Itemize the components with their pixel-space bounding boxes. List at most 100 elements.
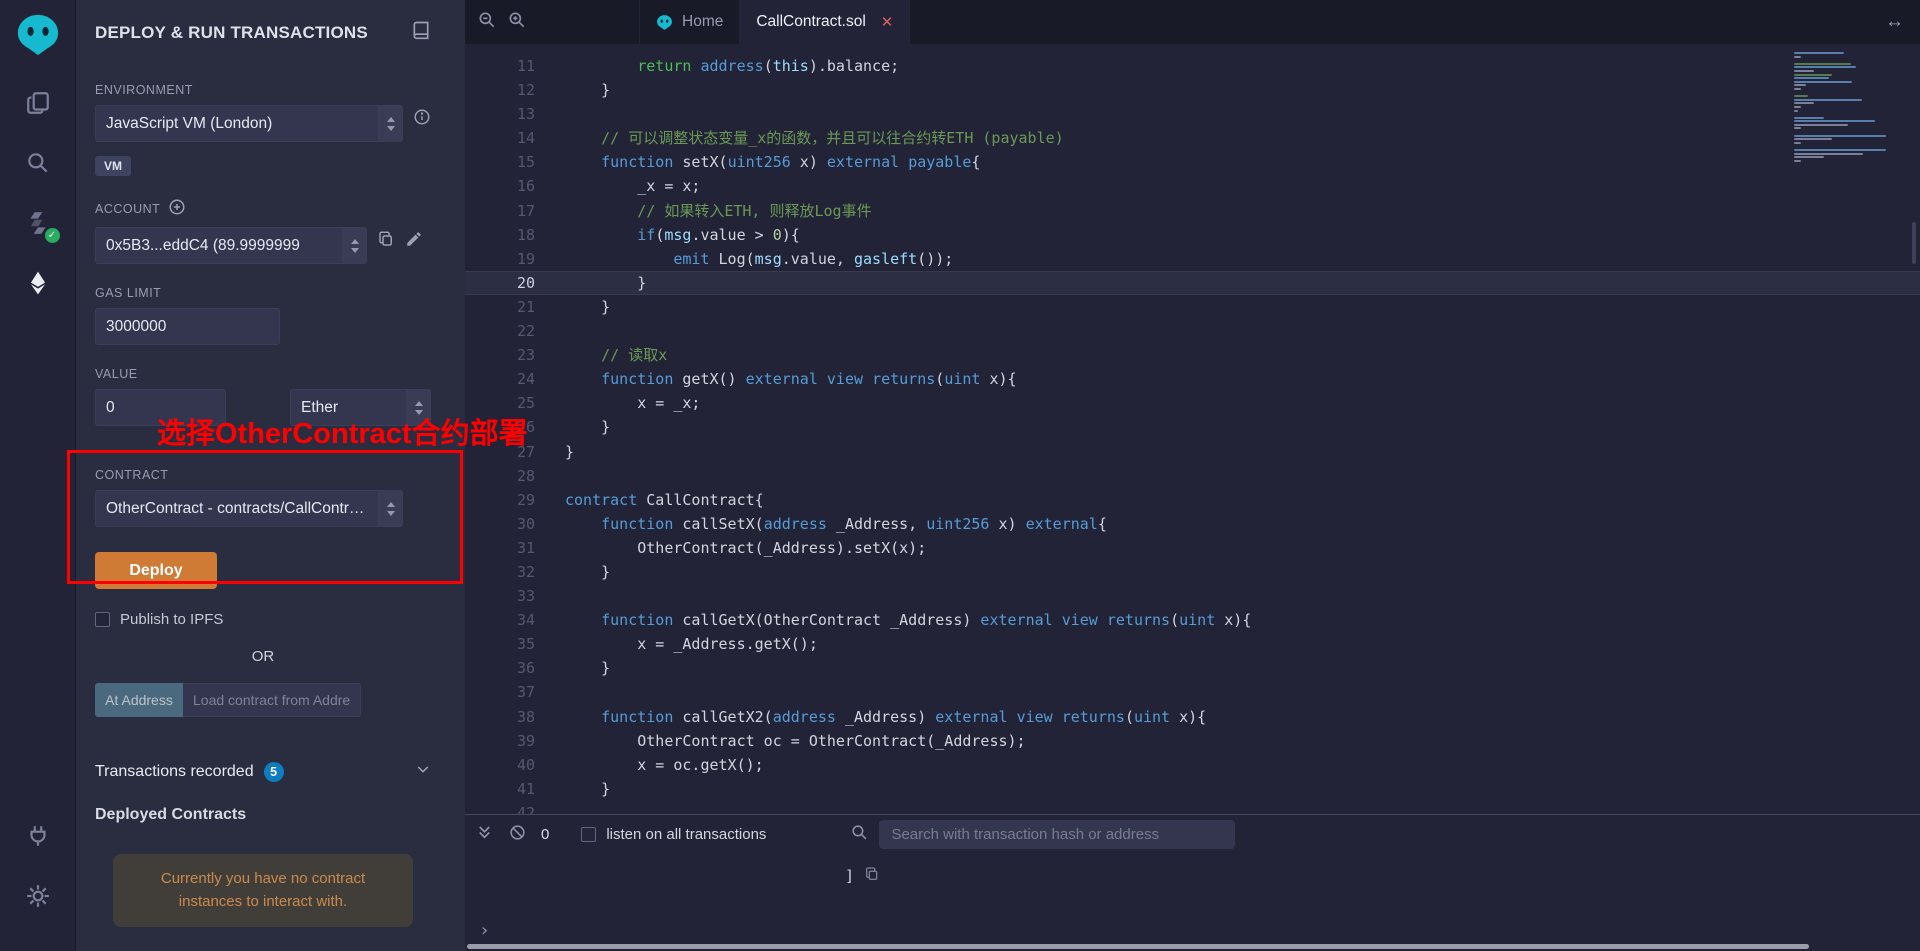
code-line[interactable]: 38 function callGetX2(address _Address) … [465, 705, 1920, 729]
code-line[interactable]: 36 } [465, 656, 1920, 680]
code-line[interactable]: 31 OtherContract(_Address).setX(x); [465, 536, 1920, 560]
account-select[interactable]: 0x5B3...eddC4 (89.9999999 [95, 227, 367, 264]
code-line[interactable]: 35 x = _Address.getX(); [465, 632, 1920, 656]
code-line[interactable]: 29contract CallContract{ [465, 488, 1920, 512]
code-line[interactable]: 16 _x = x; [465, 174, 1920, 198]
tab-close-icon[interactable]: ✕ [881, 13, 894, 31]
code-line[interactable]: 20 } [465, 271, 1920, 295]
clear-console-icon[interactable] [508, 823, 527, 847]
remix-logo[interactable] [15, 12, 61, 58]
code-line[interactable]: 14 // 可以调整状态变量_x的函数，并且可以往合约转ETH (payable… [465, 126, 1920, 150]
sign-message-icon[interactable] [405, 230, 423, 253]
line-number[interactable]: 14 [465, 126, 535, 150]
code-line[interactable]: 40 x = oc.getX(); [465, 753, 1920, 777]
zoom-out-icon[interactable] [477, 10, 497, 35]
line-number[interactable]: 32 [465, 560, 535, 584]
line-number[interactable]: 22 [465, 319, 535, 343]
terminal-prompt[interactable]: › [479, 920, 490, 941]
zoom-in-icon[interactable] [507, 10, 527, 35]
settings-icon[interactable] [15, 873, 61, 919]
deploy-run-icon[interactable] [15, 260, 61, 306]
listen-transactions-checkbox[interactable] [581, 827, 596, 842]
code-line[interactable]: 28 [465, 464, 1920, 488]
code-line[interactable]: 11 return address(this).balance; [465, 54, 1920, 78]
tab-home[interactable]: Home [639, 0, 740, 44]
line-number[interactable]: 25 [465, 391, 535, 415]
file-explorer-icon[interactable] [15, 80, 61, 126]
code-line[interactable]: 30 function callSetX(address _Address, u… [465, 512, 1920, 536]
code-line[interactable]: 21 } [465, 295, 1920, 319]
expand-console-icon[interactable] [475, 823, 494, 847]
line-number[interactable]: 30 [465, 512, 535, 536]
line-number[interactable]: 21 [465, 295, 535, 319]
line-number[interactable]: 19 [465, 247, 535, 271]
code-line[interactable]: 39 OtherContract oc = OtherContract(_Add… [465, 729, 1920, 753]
documentation-icon[interactable] [411, 20, 431, 45]
search-icon[interactable] [15, 140, 61, 186]
copy-account-icon[interactable] [377, 230, 395, 253]
line-number[interactable]: 24 [465, 367, 535, 391]
code-line[interactable]: 12 } [465, 78, 1920, 102]
minimap[interactable] [1794, 52, 1894, 165]
copy-output-icon[interactable] [864, 866, 880, 886]
line-number[interactable]: 41 [465, 777, 535, 801]
value-unit-select[interactable]: Ether [290, 389, 431, 426]
line-number[interactable]: 17 [465, 199, 535, 223]
line-number[interactable]: 18 [465, 223, 535, 247]
line-number[interactable]: 20 [465, 271, 535, 295]
editor-scrollbar[interactable] [1912, 222, 1916, 264]
line-number[interactable]: 31 [465, 536, 535, 560]
solidity-compiler-icon[interactable]: ✓ [15, 200, 61, 246]
terminal-search-input[interactable] [879, 820, 1235, 849]
tab-callcontract[interactable]: CallContract.sol ✕ [740, 0, 910, 44]
code-editor[interactable]: 11 return address(this).balance;12 }1314… [465, 44, 1920, 814]
at-address-button[interactable]: At Address [95, 683, 183, 717]
line-number[interactable]: 26 [465, 415, 535, 439]
line-number[interactable]: 12 [465, 78, 535, 102]
code-line[interactable]: 17 // 如果转入ETH, 则释放Log事件 [465, 199, 1920, 223]
code-line[interactable]: 15 function setX(uint256 x) external pay… [465, 150, 1920, 174]
code-line[interactable]: 33 [465, 584, 1920, 608]
code-line[interactable]: 24 function getX() external view returns… [465, 367, 1920, 391]
code-line[interactable]: 22 [465, 319, 1920, 343]
code-line[interactable]: 42 [465, 801, 1920, 814]
code-line[interactable]: 27} [465, 440, 1920, 464]
code-line[interactable]: 41 } [465, 777, 1920, 801]
chevron-down-icon[interactable] [415, 761, 431, 782]
line-number[interactable]: 16 [465, 174, 535, 198]
transactions-recorded-row[interactable]: Transactions recorded 5 [95, 761, 431, 782]
line-number[interactable]: 35 [465, 632, 535, 656]
code-line[interactable]: 26 } [465, 415, 1920, 439]
deploy-button[interactable]: Deploy [95, 552, 217, 589]
publish-ipfs-checkbox[interactable] [95, 612, 110, 627]
code-line[interactable]: 23 // 读取x [465, 343, 1920, 367]
add-account-icon[interactable] [168, 198, 186, 219]
line-number[interactable]: 28 [465, 464, 535, 488]
line-number[interactable]: 13 [465, 102, 535, 126]
gas-limit-input[interactable] [95, 308, 280, 345]
panel-resize-icon[interactable]: ↔ [1885, 0, 1904, 44]
line-number[interactable]: 34 [465, 608, 535, 632]
value-input[interactable] [95, 389, 226, 426]
line-number[interactable]: 11 [465, 54, 535, 78]
line-number[interactable]: 23 [465, 343, 535, 367]
line-number[interactable]: 29 [465, 488, 535, 512]
at-address-input[interactable] [183, 683, 361, 717]
plugin-manager-icon[interactable] [15, 813, 61, 859]
line-number[interactable]: 27 [465, 440, 535, 464]
line-number[interactable]: 42 [465, 801, 535, 814]
environment-info-icon[interactable] [413, 108, 431, 131]
code-line[interactable]: 34 function callGetX(OtherContract _Addr… [465, 608, 1920, 632]
code-line[interactable]: 32 } [465, 560, 1920, 584]
contract-select[interactable]: OtherContract - contracts/CallContract [95, 490, 403, 527]
line-number[interactable]: 36 [465, 656, 535, 680]
environment-select[interactable]: JavaScript VM (London) [95, 105, 403, 142]
line-number[interactable]: 33 [465, 584, 535, 608]
line-number[interactable]: 40 [465, 753, 535, 777]
code-line[interactable]: 37 [465, 680, 1920, 704]
code-line[interactable]: 13 [465, 102, 1920, 126]
line-number[interactable]: 39 [465, 729, 535, 753]
code-line[interactable]: 18 if(msg.value > 0){ [465, 223, 1920, 247]
code-line[interactable]: 19 emit Log(msg.value, gasleft()); [465, 247, 1920, 271]
terminal-hscrollbar[interactable] [467, 944, 1809, 949]
